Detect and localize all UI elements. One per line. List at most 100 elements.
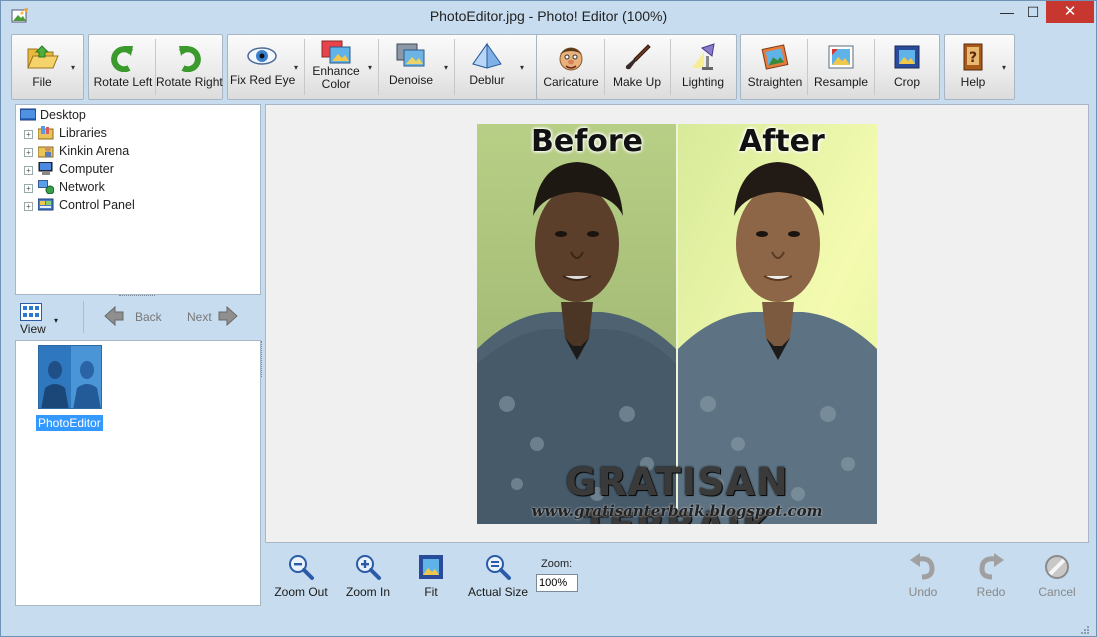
help-dropdown-icon[interactable]: ▾ [1002, 63, 1006, 72]
resample-icon [828, 45, 854, 69]
fix-red-eye-label: Fix Red Eye [230, 73, 296, 87]
back-button[interactable]: Back [103, 305, 163, 329]
fit-icon [419, 555, 443, 579]
file-button[interactable]: File [14, 36, 70, 98]
view-dropdown-icon[interactable]: ▾ [54, 316, 58, 325]
toolbar-separator [454, 39, 455, 95]
eye-icon [247, 47, 277, 65]
file-group: File ▾ [11, 34, 84, 100]
caricature-label: Caricature [543, 75, 599, 89]
thumbnail-panel: PhotoEditor [15, 340, 261, 606]
desktop-icon [20, 108, 36, 121]
redo-button[interactable]: Redo [969, 553, 1013, 599]
zoom-out-button[interactable]: Zoom Out [273, 553, 329, 599]
redo-icon [979, 553, 1004, 580]
folder-open-icon [27, 45, 59, 69]
back-label: Back [135, 310, 162, 324]
deblur-dropdown-icon[interactable]: ▾ [520, 63, 524, 72]
prism-icon [472, 42, 502, 69]
actual-size-label: Actual Size [467, 585, 529, 599]
rotate-right-button[interactable]: Rotate Right [156, 36, 223, 98]
enhance-color-label-2: Color [321, 77, 351, 91]
next-button[interactable]: Next [185, 305, 245, 329]
resize-grip-icon[interactable] [1080, 625, 1090, 635]
arrow-right-icon [218, 305, 238, 327]
photo-canvas[interactable]: Before After GRATISAN TERBAIK www.gratis… [477, 124, 877, 524]
network-icon [38, 180, 54, 194]
resample-button[interactable]: Resample [809, 36, 873, 98]
enhance-color-dropdown-icon[interactable]: ▾ [368, 63, 372, 72]
toolbar-separator [378, 39, 379, 95]
next-label: Next [187, 310, 212, 324]
nav-separator [83, 301, 84, 333]
help-book-icon: ? [963, 43, 983, 71]
toolbar-separator [807, 39, 808, 95]
make-up-button[interactable]: Make Up [606, 36, 668, 98]
enhance-color-button[interactable]: Enhance Color [306, 36, 366, 98]
actual-size-button[interactable]: Actual Size [467, 553, 529, 599]
toolbar-separator [304, 39, 305, 95]
make-up-label: Make Up [612, 75, 662, 89]
navigation-bar: View ▾ Back Next [15, 299, 261, 337]
title-bar: PhotoEditor.jpg - Photo! Editor (100%) —… [1, 1, 1096, 31]
undo-button[interactable]: Undo [901, 553, 945, 599]
caricature-button[interactable]: Caricature [539, 36, 603, 98]
toolbar: File ▾ Rotate Left Rotate Right Fix Red … [11, 34, 1091, 100]
undo-label: Undo [908, 585, 938, 599]
rotate-left-label: Rotate Left [93, 75, 153, 89]
crop-label: Crop [893, 75, 920, 89]
geometry-group: Straighten Resample Crop [740, 34, 940, 100]
deblur-button[interactable]: Deblur [458, 36, 516, 98]
view-button[interactable]: View ▾ [18, 301, 60, 336]
straighten-button[interactable]: Straighten [743, 36, 807, 98]
straighten-icon [761, 44, 789, 70]
rotate-right-icon [178, 46, 201, 72]
expand-icon[interactable]: + [24, 184, 33, 193]
zoom-label: Zoom: [541, 558, 573, 570]
file-dropdown-icon[interactable]: ▾ [71, 63, 75, 72]
expand-icon[interactable]: + [24, 130, 33, 139]
file-label: File [32, 75, 52, 89]
rotate-left-button[interactable]: Rotate Left [91, 36, 155, 98]
rotate-right-label: Rotate Right [156, 75, 223, 89]
deblur-label: Deblur [469, 73, 505, 87]
expand-icon[interactable]: + [24, 202, 33, 211]
straighten-label: Straighten [747, 75, 803, 89]
tree-item-label: Network [59, 180, 105, 194]
zoom-out-icon [289, 555, 314, 580]
spotlight-icon [692, 43, 715, 70]
denoise-dropdown-icon[interactable]: ▾ [444, 63, 448, 72]
zoom-input[interactable] [536, 574, 578, 592]
rotate-group: Rotate Left Rotate Right [88, 34, 223, 100]
help-group: ? Help ▾ [944, 34, 1015, 100]
zoom-out-label: Zoom Out [274, 585, 328, 599]
help-label: Help [960, 75, 986, 89]
zoom-in-button[interactable]: Zoom In [343, 553, 393, 599]
panel-splitter[interactable] [119, 295, 155, 298]
crop-button[interactable]: Crop [875, 36, 939, 98]
watermark-url: www.gratisanterbaik.blogspot.com [531, 502, 823, 520]
minimize-button[interactable]: — [994, 1, 1020, 23]
expand-icon[interactable]: + [24, 148, 33, 157]
maximize-button[interactable]: ☐ [1020, 1, 1046, 23]
close-button[interactable]: ✕ [1046, 1, 1094, 23]
fit-label: Fit [424, 585, 438, 599]
fit-button[interactable]: Fit [411, 553, 451, 599]
fix-red-eye-button[interactable]: Fix Red Eye [230, 36, 296, 98]
panel-splitter[interactable] [261, 341, 263, 377]
status-bar [1, 625, 1096, 637]
denoise-button[interactable]: Denoise [382, 36, 440, 98]
help-button[interactable]: ? Help [947, 36, 999, 98]
thumbnail-image[interactable] [38, 345, 102, 409]
toolbar-separator [604, 39, 605, 95]
enhance-group: Fix Red Eye ▾ Enhance Color ▾ Denoise ▾ … [227, 34, 542, 100]
thumbnail-label[interactable]: PhotoEditor [36, 415, 103, 431]
tree-item-label: Kinkin Arena [59, 144, 130, 158]
thumbnail-view-icon [20, 303, 42, 321]
zoom-in-icon [356, 555, 381, 580]
before-label: Before [531, 124, 644, 159]
fix-red-eye-dropdown-icon[interactable]: ▾ [294, 63, 298, 72]
cancel-button[interactable]: Cancel [1035, 553, 1079, 599]
expand-icon[interactable]: + [24, 166, 33, 175]
lighting-button[interactable]: Lighting [671, 36, 735, 98]
